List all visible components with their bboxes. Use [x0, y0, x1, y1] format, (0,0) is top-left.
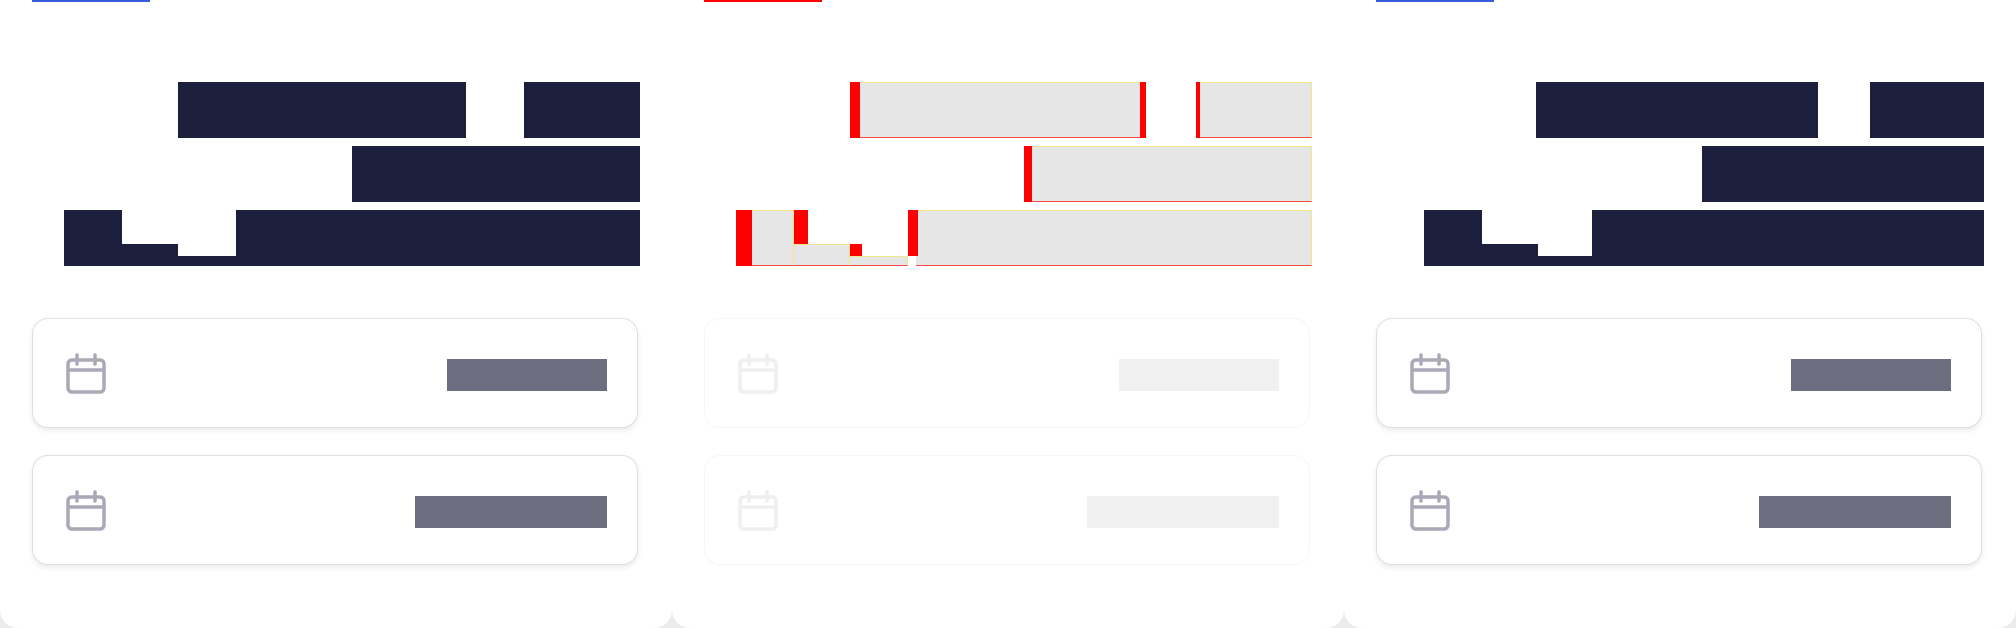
date-card[interactable] — [1376, 455, 1982, 565]
calendar-icon — [1410, 353, 1450, 394]
tab-indicator — [704, 0, 822, 2]
redacted-text-block — [1536, 82, 1818, 138]
diff-text-block — [794, 244, 850, 266]
diff-marker — [794, 210, 808, 244]
date-card[interactable] — [704, 455, 1310, 565]
date-value — [1119, 359, 1279, 391]
date-value — [1759, 496, 1951, 528]
panel-diff — [672, 0, 1344, 628]
redacted-text-block — [178, 256, 236, 266]
calendar-icon — [66, 353, 106, 394]
calendar-icon — [738, 353, 778, 394]
panel-comparison — [1344, 0, 2016, 628]
redacted-text-block — [1592, 210, 1984, 266]
diff-marker — [736, 210, 752, 266]
calendar-icon — [1410, 490, 1450, 531]
date-card[interactable] — [32, 318, 638, 428]
diff-marker — [1140, 82, 1146, 138]
redacted-text-block — [524, 82, 640, 138]
diff-marker — [850, 82, 860, 138]
tab-indicator — [32, 0, 150, 2]
tab-indicator — [1376, 0, 1494, 2]
redacted-text-block — [236, 210, 640, 266]
panel-baseline — [0, 0, 672, 628]
redacted-text-block — [352, 146, 640, 202]
diff-marker — [908, 210, 918, 256]
date-value — [1791, 359, 1951, 391]
redacted-text-block — [122, 244, 178, 266]
redacted-text-block — [178, 82, 466, 138]
diff-marker — [850, 244, 862, 256]
diff-text-block — [858, 82, 1144, 138]
date-value — [415, 496, 607, 528]
diff-marker — [1024, 146, 1032, 202]
calendar-icon — [66, 490, 106, 531]
redacted-text-block — [64, 210, 122, 266]
date-card[interactable] — [704, 318, 1310, 428]
redacted-text-block — [1538, 256, 1596, 266]
diff-text-block — [752, 210, 794, 266]
calendar-icon — [738, 490, 778, 531]
date-value — [1087, 496, 1279, 528]
diff-text-block — [1198, 82, 1312, 138]
date-value — [447, 359, 607, 391]
redacted-text-block — [1702, 146, 1984, 202]
date-card[interactable] — [32, 455, 638, 565]
redacted-text-block — [1482, 244, 1538, 266]
redacted-text-block — [1424, 210, 1482, 266]
diff-text-block — [1032, 146, 1312, 202]
redacted-text-block — [1870, 82, 1984, 138]
diff-marker — [1196, 82, 1200, 138]
date-card[interactable] — [1376, 318, 1982, 428]
diff-text-block — [850, 256, 908, 266]
diff-text-block — [916, 210, 1312, 266]
